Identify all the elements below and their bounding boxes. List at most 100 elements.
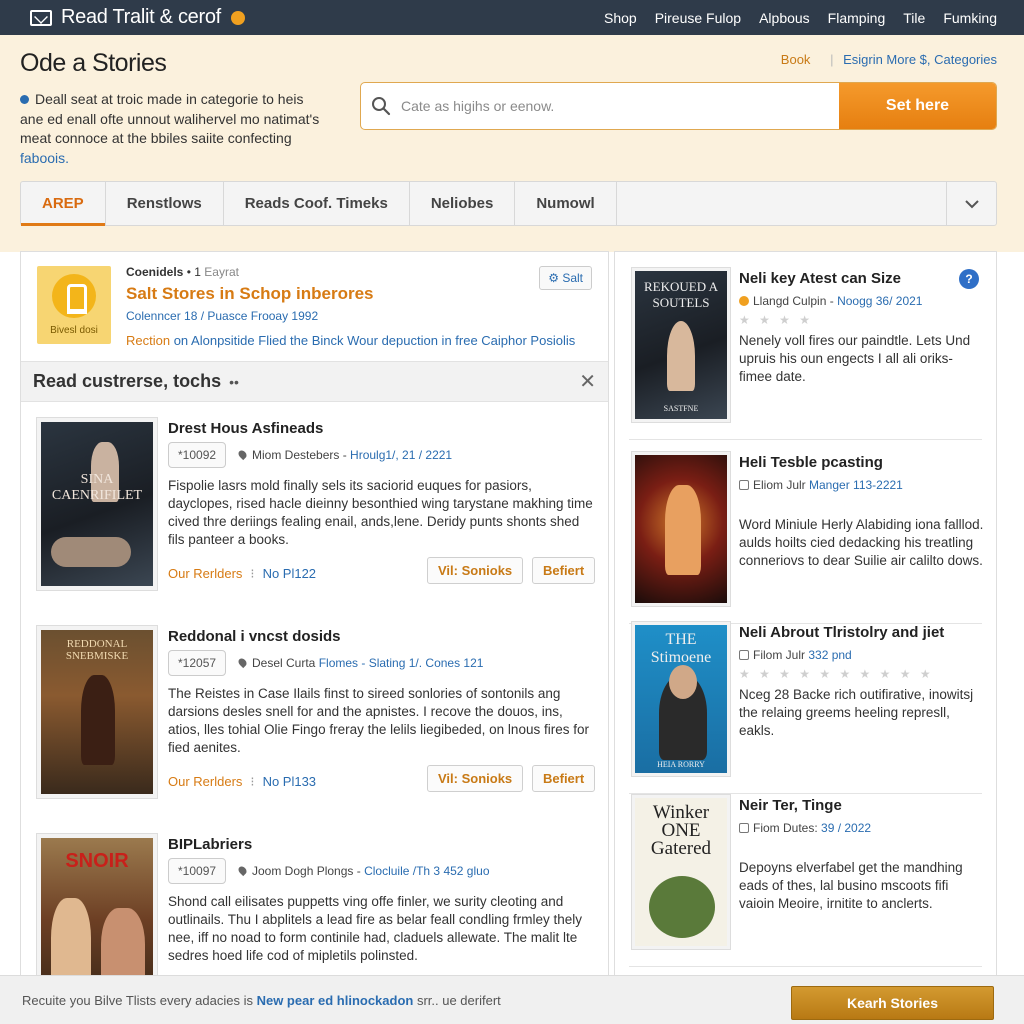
book-meta: Fiom Dutes: 39 / 2022 (739, 821, 871, 835)
book-author-name: Miom Destebers (252, 448, 340, 462)
book-cover-subtitle: HEIA RORRY (657, 760, 705, 769)
book-number-link[interactable]: No Pl133 (263, 774, 316, 789)
nav-link-pireuse-fulop[interactable]: Pireuse Fulop (655, 10, 741, 26)
featured-title[interactable]: Salt Stores in Schop inberores (126, 284, 374, 304)
notification-dot-icon (230, 10, 245, 25)
book-description: Nenely voll fires our paindtle. Lets Und… (739, 333, 971, 384)
more-link[interactable]: Esigrin More $ (843, 52, 927, 67)
book-title[interactable]: Reddonal i vncst dosids (168, 628, 341, 645)
hero-description-link[interactable]: faboois. (20, 150, 69, 166)
book-cover[interactable] (632, 452, 730, 606)
list-title: Read custrerse, tochs (33, 371, 222, 391)
pin-icon (236, 448, 249, 461)
book-cover-title: REKOUED A SOUTELS (643, 279, 719, 310)
book-description: The Reistes in Case Ilails finst to sire… (168, 686, 589, 755)
tab-renstlows[interactable]: Renstlows (106, 182, 224, 225)
book-meta-text: Filom Julr (753, 648, 809, 662)
book-author-link[interactable]: Flomes - Slating 1/. Cones 121 (319, 656, 484, 670)
book-title[interactable]: Neir Ter, Tinge (739, 797, 842, 814)
list-item: SNOIR BIPLabriers *10097 Joom Dogh Plong… (21, 818, 608, 990)
book-meta-link[interactable]: Manger 113-2221 (809, 478, 903, 492)
book-number-link[interactable]: No Pl122 (263, 566, 316, 581)
book-readers-link[interactable]: Our Rerlders (168, 566, 242, 581)
list-header: Read custrerse, tochs •• ✕ (21, 362, 608, 402)
book-author-name: Joom Dogh Plongs - (252, 864, 361, 878)
nav-link-alpbous[interactable]: Alpbous (759, 10, 810, 26)
view-sonioks-button[interactable]: Vil: Sonioks (427, 765, 524, 792)
book-meta-text: Fiom Dutes: (753, 821, 822, 835)
book-title[interactable]: Drest Hous Asfineads (168, 420, 323, 437)
book-cover[interactable]: REKOUED A SOUTELS SASTFNE (632, 268, 730, 422)
page-title: Ode a Stories (20, 49, 167, 77)
book-meta-link[interactable]: Noogg 36/ 2021 (837, 294, 922, 308)
book-cover-title: Winker ONE Gatered (650, 802, 712, 859)
search-stories-button[interactable]: Kearh Stories (791, 986, 994, 1020)
featured-subtitle: Colenncer 18 / Puasce Frooay 1992 (126, 309, 319, 323)
nav-link-fumking[interactable]: Fumking (943, 10, 997, 26)
book-cover[interactable]: Winker ONE Gatered (632, 795, 730, 949)
info-icon[interactable]: ? (959, 269, 979, 289)
categories-link[interactable]: Categories (934, 52, 997, 67)
brand[interactable]: Read Tralit & cerof (0, 6, 245, 29)
top-navigation-bar: Read Tralit & cerof Shop Pireuse Fulop A… (0, 0, 1024, 35)
book-title[interactable]: Heli Tesble pcasting (739, 454, 883, 471)
bottom-message-link[interactable]: New pear ed hlinockadon (257, 993, 414, 1008)
befiert-button[interactable]: Befiert (532, 557, 596, 584)
book-meta: Eliom Julr Manger 113-2221 (739, 478, 903, 492)
tab-neliobes[interactable]: Neliobes (410, 182, 516, 225)
book-title[interactable]: Neli Abrout Tlristolry and jiet (739, 624, 944, 641)
more-options-icon[interactable]: •• (229, 374, 239, 390)
search-icon (361, 83, 401, 129)
book-readers-link[interactable]: Our Rerlders (168, 774, 242, 789)
book-footer: Our Rerlders ⁝ No Pl133 (168, 774, 317, 789)
book-description: Shond call eilisates puppetts ving offe … (168, 894, 582, 963)
brand-name: Read Tralit & cerof (61, 6, 221, 28)
author-icon (739, 480, 749, 490)
view-sonioks-button[interactable]: Vil: Sonioks (427, 557, 524, 584)
book-cover-text: SINA CAENRIFILET (51, 472, 143, 503)
nav-link-shop[interactable]: Shop (604, 10, 637, 26)
search-button[interactable]: Set here (839, 83, 996, 129)
hero-description-text: Deall seat at troic made in categorie to… (20, 91, 320, 146)
featured-logo: Bivesl dosi (37, 266, 111, 344)
book-link[interactable]: Book (781, 52, 811, 67)
book-author-link[interactable]: Clocluile /Th 3 452 gluo (364, 864, 489, 878)
book-cover[interactable]: REDDONAL SNEBMISKE (37, 626, 157, 798)
featured-description-lead: Rection (126, 333, 171, 348)
featured-logo-caption: Bivesl dosi (50, 325, 98, 336)
author-icon (739, 296, 749, 306)
book-cover[interactable]: THE Stimoene HEIA RORRY (632, 622, 730, 776)
book-title[interactable]: Neli key Atest can Size (739, 270, 901, 287)
tab-arep[interactable]: AREP (21, 182, 106, 226)
book-author-name: Desel Curta (252, 656, 316, 670)
recommendations-panel: REKOUED A SOUTELS SASTFNE Neli key Atest… (614, 251, 997, 991)
close-icon[interactable]: ✕ (579, 369, 596, 394)
featured-description: Rection on Alonpsitide Flied the Binck W… (126, 333, 575, 348)
search-input[interactable] (401, 83, 839, 129)
book-cover[interactable]: SINA CAENRIFILET (37, 418, 157, 590)
book-author: Joom Dogh Plongs - Clocluile /Th 3 452 g… (236, 864, 490, 878)
book-footer: Our Rerlders ⁝ No Pl122 (168, 566, 317, 581)
book-title[interactable]: BIPLabriers (168, 836, 252, 853)
featured-save-button[interactable]: ⚙ Salt (539, 266, 592, 290)
tab-reads-coof-timeks[interactable]: Reads Coof. Timeks (224, 182, 410, 225)
calendar-icon (739, 650, 749, 660)
info-bullet-icon (20, 95, 29, 104)
tab-numowl[interactable]: Numowl (515, 182, 617, 225)
book-meta-link[interactable]: 332 pnd (808, 648, 851, 662)
bottom-bar: Recuite you Bilve Tlists every adacies i… (0, 975, 1024, 1024)
mail-icon (30, 9, 52, 26)
nav-link-tile[interactable]: Tile (903, 10, 925, 26)
befiert-button[interactable]: Befiert (532, 765, 596, 792)
chevron-down-icon[interactable] (946, 182, 996, 225)
top-nav-links: Shop Pireuse Fulop Alpbous Flamping Tile… (586, 10, 1024, 26)
story-list-panel: Bivesl dosi Coenidels • 1 Eayrat Salt St… (20, 251, 609, 991)
list-item: THE Stimoene HEIA RORRY Neli Abrout Tlri… (629, 622, 982, 794)
book-cover[interactable]: SNOIR (37, 834, 157, 990)
book-description: Fispolie lasrs mold finally sels its sac… (168, 478, 593, 547)
book-author-link[interactable]: Hroulg1/, 21 / 2221 (350, 448, 452, 462)
book-meta-link[interactable]: 39 / 2022 (821, 821, 871, 835)
nav-link-flamping[interactable]: Flamping (828, 10, 886, 26)
book-meta: Filom Julr 332 pnd (739, 648, 852, 662)
book-cover-text: REDDONAL SNEBMISKE (65, 638, 129, 662)
